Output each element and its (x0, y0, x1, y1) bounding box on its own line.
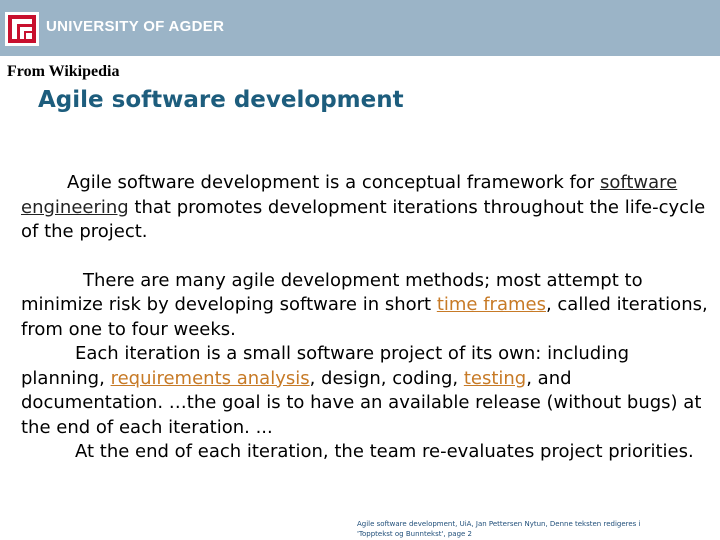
link-requirements-analysis[interactable]: requirements analysis (111, 368, 310, 389)
paragraph-3: Each iteration is a small software proje… (21, 342, 717, 440)
footer-line-1: Agile software development, UiA, Jan Pet… (357, 520, 641, 528)
paragraph-2: There are many agile development methods… (21, 269, 717, 343)
footer-line-2: 'Topptekst og Bunntekst', page 2 (357, 530, 472, 538)
header-banner: UNIVERSITY OF AGDER (0, 0, 720, 56)
paragraph-4-text-1: At the end of each iteration, the team r… (75, 441, 694, 462)
paragraph-1-text-1: Agile software development is a conceptu… (67, 172, 600, 193)
source-label: From Wikipedia (7, 63, 120, 80)
paragraph-1: Agile software development is a conceptu… (21, 171, 717, 245)
link-testing[interactable]: testing (464, 368, 526, 389)
university-logo-icon (5, 12, 39, 46)
slide-footer: Agile software development, UiA, Jan Pet… (357, 519, 697, 539)
paragraph-3-text-2: , design, coding, (309, 367, 464, 389)
body-text: Agile software development is a conceptu… (21, 171, 717, 465)
university-name: UNIVERSITY OF AGDER (46, 18, 225, 35)
page-title: Agile software development (38, 87, 404, 113)
paragraph-4: At the end of each iteration, the team r… (21, 440, 717, 465)
link-time-frames[interactable]: time frames (437, 294, 546, 315)
